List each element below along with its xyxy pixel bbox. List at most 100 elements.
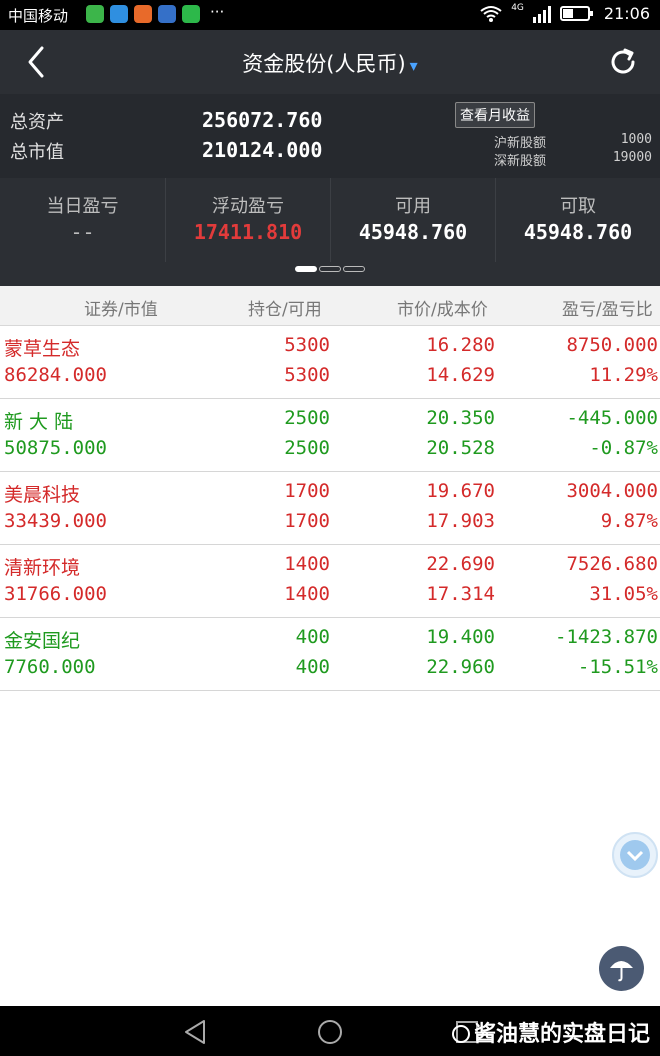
market-value: 86284.000	[4, 364, 107, 386]
page-dot	[319, 266, 341, 272]
market-price: 22.690	[426, 553, 495, 575]
cost-price: 20.528	[426, 437, 495, 459]
holding-row[interactable]: 金安国纪 7760.000 400 400 19.400 22.960 -1423.870 -…	[0, 618, 660, 691]
market-value: 33439.000	[4, 510, 107, 532]
stat-label: 可用	[395, 196, 431, 217]
holding-row[interactable]: 清新环境 31766.000 1400 1400 22.690 17.314 7526.68…	[0, 545, 660, 618]
profit-loss: -1423.870	[555, 626, 658, 648]
sz-quota-value: 19000	[612, 150, 652, 165]
column-header-pl: 盈亏/盈亏比	[562, 300, 653, 320]
position-quantity: 2500	[284, 407, 330, 429]
available-quantity: 1400	[284, 583, 330, 605]
stat-available: 可用 45948.760	[330, 178, 495, 262]
chevron-down-icon: ▾	[409, 56, 418, 75]
position-quantity: 1400	[284, 553, 330, 575]
column-header-security: 证券/市值	[84, 300, 158, 320]
available-quantity: 1700	[284, 510, 330, 532]
more-notifications-icon: ···	[210, 3, 225, 21]
chevron-down-icon	[620, 840, 650, 870]
cost-price: 17.314	[426, 583, 495, 605]
umbrella-icon	[610, 961, 633, 982]
total-assets-value: 256072.760	[202, 108, 323, 132]
profit-loss: 7526.680	[566, 553, 658, 575]
profit-loss-ratio: -0.87%	[589, 437, 658, 459]
page-dot	[295, 266, 317, 272]
app-notification-icon	[134, 5, 152, 23]
status-bar: 中国移动 ··· 4G 21:06	[0, 0, 660, 30]
battery-icon	[559, 6, 593, 21]
holding-row[interactable]: 新 大 陆 50875.000 2500 2500 20.350 20.528 -445.0…	[0, 399, 660, 472]
monthly-return-button[interactable]: 查看月收益	[455, 102, 535, 128]
market-price: 20.350	[426, 407, 495, 429]
sh-quota-value: 1000	[620, 132, 652, 147]
stat-withdrawable: 可取 45948.760	[495, 178, 660, 262]
umbrella-button[interactable]	[599, 946, 644, 991]
sz-quota-label: 深新股额	[494, 154, 547, 169]
market-value: 31766.000	[4, 583, 107, 605]
available-quantity: 5300	[284, 364, 330, 386]
app-notification-icon	[86, 5, 104, 23]
position-quantity: 1700	[284, 480, 330, 502]
scroll-down-button[interactable]	[612, 832, 658, 878]
stat-floating-pl: 浮动盈亏 17411.810	[165, 178, 330, 262]
holdings-table-header: 证券/市值 持仓/可用 市价/成本价 盈亏/盈亏比	[0, 286, 660, 326]
nav-back-icon[interactable]	[182, 1018, 208, 1046]
stat-label: 可取	[560, 196, 596, 217]
account-selector[interactable]: 资金股份(人民币) ▾	[0, 48, 660, 78]
market-value: 7760.000	[4, 656, 96, 678]
app-notification-icon	[158, 5, 176, 23]
stat-label: 当日盈亏	[46, 196, 119, 217]
market-value: 50875.000	[4, 437, 107, 459]
cost-price: 17.903	[426, 510, 495, 532]
position-quantity: 5300	[284, 334, 330, 356]
market-value-label: 总市值	[10, 142, 64, 163]
market-price: 19.400	[426, 626, 495, 648]
page-title: 资金股份(人民币)	[242, 52, 406, 76]
cost-price: 14.629	[426, 364, 495, 386]
profit-loss-ratio: 31.05%	[589, 583, 658, 605]
wechat-icon	[182, 5, 200, 23]
holding-row[interactable]: 蒙草生态 86284.000 5300 5300 16.280 14.629 8750.00…	[0, 326, 660, 399]
market-price: 16.280	[426, 334, 495, 356]
stat-daily-pl: 当日盈亏 --	[0, 178, 165, 262]
notification-icons	[86, 5, 200, 23]
security-name: 金安国纪	[4, 630, 81, 652]
nav-home-icon[interactable]	[316, 1018, 344, 1046]
stat-value: 17411.810	[193, 220, 303, 244]
holding-row[interactable]: 美晨科技 33439.000 1700 1700 19.670 17.903 3004.00…	[0, 472, 660, 545]
carrier-label: 中国移动	[8, 7, 69, 25]
profit-loss: -445.000	[566, 407, 658, 429]
stat-label: 浮动盈亏	[212, 196, 284, 217]
cost-price: 22.960	[426, 656, 495, 678]
stat-value: 45948.760	[523, 220, 633, 244]
wifi-icon	[480, 5, 502, 22]
market-value-value: 210124.000	[202, 138, 323, 162]
signal-icon	[532, 5, 551, 23]
total-assets-label: 总资产	[10, 112, 64, 133]
app-notification-icon	[110, 5, 128, 23]
watermark-text: 酱油慧的实盘日记	[473, 1022, 650, 1047]
profit-loss: 3004.000	[566, 480, 658, 502]
pl-stats-panel[interactable]: 当日盈亏 -- 浮动盈亏 17411.810 可用 45948.760 可取 4…	[0, 178, 660, 286]
asset-summary: 总资产 256072.760 总市值 210124.000 查看月收益 沪新股额…	[0, 94, 660, 178]
stat-value: --	[70, 220, 95, 244]
watermark: 酱油慧的实盘日记	[451, 1016, 650, 1048]
title-bar: 资金股份(人民币) ▾	[0, 30, 660, 94]
profit-loss-ratio: 11.29%	[589, 364, 658, 386]
profit-loss-ratio: -15.51%	[577, 656, 658, 678]
stat-value: 45948.760	[358, 220, 468, 244]
available-quantity: 400	[295, 656, 330, 678]
security-name: 美晨科技	[4, 484, 81, 506]
clock: 21:06	[603, 4, 650, 23]
column-header-price: 市价/成本价	[397, 300, 488, 320]
security-name: 蒙草生态	[4, 338, 81, 360]
sh-quota-label: 沪新股额	[494, 136, 547, 151]
watermark-logo-icon	[451, 1025, 470, 1043]
position-quantity: 400	[295, 626, 330, 648]
security-name: 新 大 陆	[4, 411, 74, 433]
page-dot	[343, 266, 365, 272]
profit-loss-ratio: 9.87%	[600, 510, 658, 532]
page-indicator	[295, 266, 365, 272]
security-name: 清新环境	[4, 557, 81, 579]
refresh-icon[interactable]	[606, 45, 640, 79]
